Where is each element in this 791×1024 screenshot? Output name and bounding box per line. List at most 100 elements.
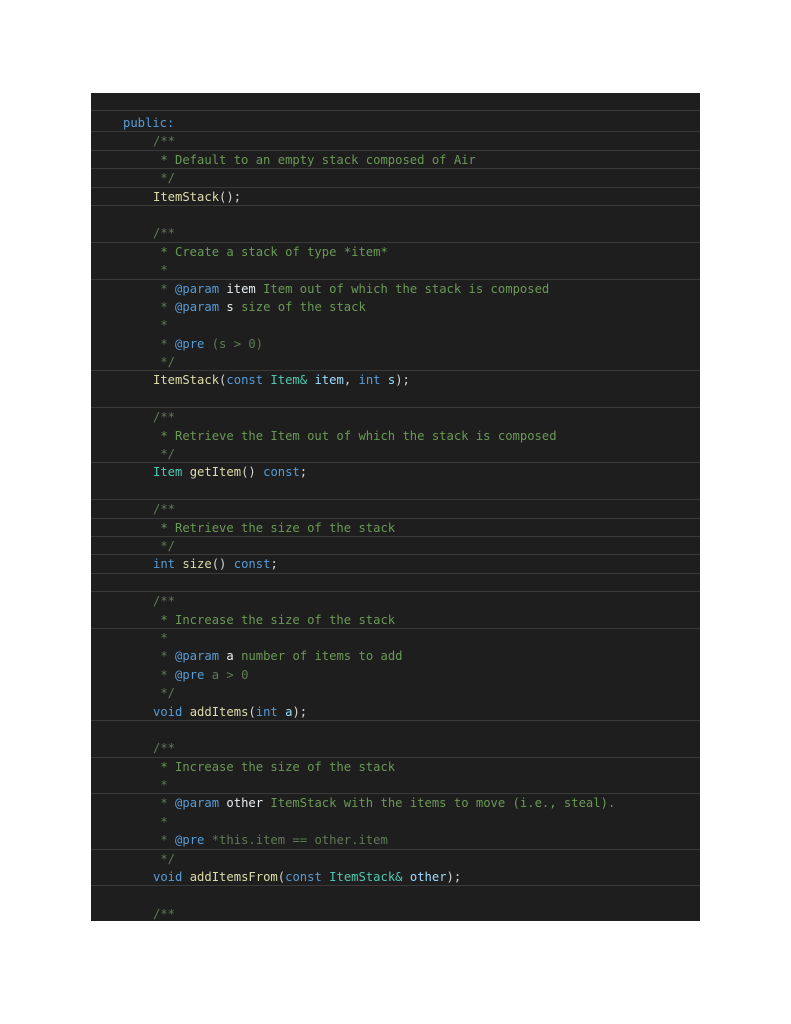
code-line: * xyxy=(91,629,700,647)
doc-comment-open: /** xyxy=(153,134,176,149)
keyword: int xyxy=(255,704,278,719)
code-line: * xyxy=(91,316,700,334)
function-name: size xyxy=(182,557,212,572)
keyword: const xyxy=(285,870,322,885)
doc-prefix: * xyxy=(153,833,176,848)
code-line: * xyxy=(91,813,700,831)
type-name: ItemStack& xyxy=(329,870,403,885)
doc-comment-blank: * xyxy=(153,318,168,333)
doc-param-desc: number of items to add xyxy=(241,649,403,664)
keyword: const xyxy=(263,465,300,480)
editor-top-band xyxy=(91,93,700,111)
punctuation: ; xyxy=(299,465,308,480)
param-name: item xyxy=(314,373,344,388)
doc-comment-open: /** xyxy=(153,594,176,609)
doc-pre-desc: *this.item == other.item xyxy=(211,833,388,848)
doc-tag: @pre xyxy=(175,336,205,351)
doc-comment-summary: * Retrieve the size of the stack xyxy=(153,520,396,535)
doc-tag: @pre xyxy=(175,833,205,848)
doc-tag: @param xyxy=(175,649,220,664)
function-name: ItemStack xyxy=(153,373,220,388)
function-name: addItemsFrom xyxy=(189,870,278,885)
keyword: const xyxy=(233,557,271,572)
code-line: /** xyxy=(91,905,700,921)
code-line: ItemStack(); xyxy=(91,188,700,206)
function-name: ItemStack xyxy=(153,189,220,204)
doc-comment-open: /** xyxy=(153,906,176,921)
punctuation: () xyxy=(241,465,256,480)
code-editor[interactable]: public: /** * Default to an empty stack … xyxy=(91,93,700,921)
return-type: void xyxy=(153,870,183,885)
doc-comment-summary: * Default to an empty stack composed of … xyxy=(153,152,476,167)
punctuation: (); xyxy=(219,189,242,204)
code-line: */ xyxy=(91,445,700,464)
doc-comment-summary: * Retrieve the Item out of which the sta… xyxy=(153,428,557,443)
punctuation: , xyxy=(343,373,352,388)
function-name: getItem xyxy=(189,465,242,480)
doc-prefix: * xyxy=(153,336,176,351)
code-line: Item getItem() const; xyxy=(91,463,700,481)
code-line: * Increase the size of the stack xyxy=(91,758,700,776)
doc-comment-close: */ xyxy=(153,447,176,462)
doc-param-name: other xyxy=(226,796,264,811)
doc-comment-close: */ xyxy=(153,538,176,553)
doc-prefix: * xyxy=(153,796,176,811)
doc-tag: @param xyxy=(175,299,220,314)
doc-param-name: a xyxy=(226,649,234,664)
code-line: /** xyxy=(91,408,700,426)
code-line-empty xyxy=(91,482,700,501)
code-line: /** xyxy=(91,592,700,610)
doc-comment-summary: * Create a stack of type *item* xyxy=(153,244,388,259)
doc-comment-blank: * xyxy=(153,263,168,278)
param-name: other xyxy=(409,870,447,885)
doc-comment-summary: * Increase the size of the stack xyxy=(153,759,396,774)
punctuation: ; xyxy=(270,557,278,572)
doc-comment-blank: * xyxy=(153,630,168,645)
keyword: int xyxy=(358,373,381,388)
doc-comment-close: */ xyxy=(153,851,176,866)
doc-comment-close: */ xyxy=(153,686,176,701)
doc-pre-desc: (s > 0) xyxy=(211,336,264,351)
return-type: int xyxy=(153,557,176,572)
code-line: void addItems(int a); xyxy=(91,703,700,721)
doc-tag: @param xyxy=(175,796,220,811)
access-specifier: public: xyxy=(123,116,175,130)
code-line-empty xyxy=(91,390,700,409)
doc-param-desc: Item out of which the stack is composed xyxy=(263,281,550,296)
code-line: */ xyxy=(91,684,700,702)
return-type: void xyxy=(153,704,183,719)
doc-param-name: s xyxy=(226,299,234,314)
doc-comment-open: /** xyxy=(153,741,176,756)
code-line: * xyxy=(91,261,700,280)
doc-param-desc: ItemStack with the items to move (i.e., … xyxy=(270,796,616,811)
doc-comment-blank: * xyxy=(153,778,168,793)
code-line: */ xyxy=(91,353,700,372)
code-line: */ xyxy=(91,850,700,868)
doc-comment-open: /** xyxy=(153,226,176,241)
code-line: * @param other ItemStack with the items … xyxy=(91,794,700,812)
doc-tag: @param xyxy=(175,281,220,296)
doc-comment-open: /** xyxy=(153,410,176,425)
doc-comment-blank: * xyxy=(153,814,168,829)
punctuation: ); xyxy=(446,870,462,885)
code-line: /** xyxy=(91,739,700,758)
punctuation: ( xyxy=(277,870,286,885)
doc-tag: @pre xyxy=(175,667,205,682)
code-line: */ xyxy=(91,169,700,188)
code-line: * Create a stack of type *item* xyxy=(91,243,700,261)
code-line: * Retrieve the Item out of which the sta… xyxy=(91,427,700,445)
doc-comment-close: */ xyxy=(153,171,176,186)
code-line: public: xyxy=(91,114,700,133)
doc-param-desc: size of the stack xyxy=(241,299,366,314)
code-line: void addItemsFrom(const ItemStack& other… xyxy=(91,868,700,887)
code-line: */ xyxy=(91,537,700,556)
code-line: /** xyxy=(91,132,700,151)
code-line: /** xyxy=(91,500,700,519)
code-line: * @pre *this.item == other.item xyxy=(91,831,700,850)
doc-comment-close: */ xyxy=(153,355,176,370)
code-line: * @param s size of the stack xyxy=(91,298,700,316)
code-line: int size() const; xyxy=(91,555,700,574)
